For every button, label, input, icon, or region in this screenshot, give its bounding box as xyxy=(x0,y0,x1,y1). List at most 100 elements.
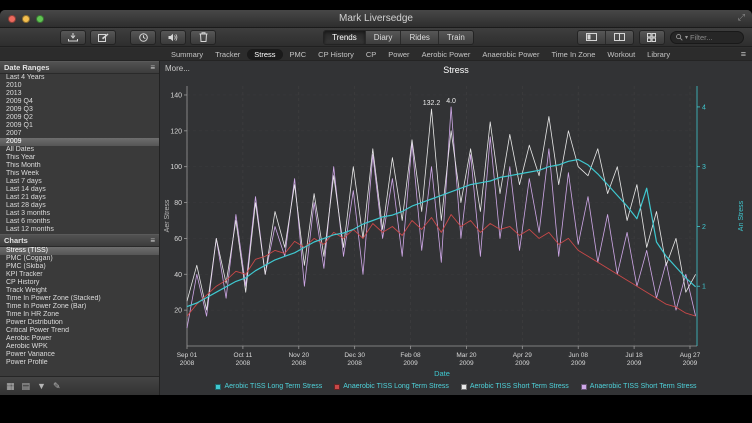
layout-single-button[interactable] xyxy=(578,31,606,44)
content: Date Ranges≡Last 4 Years201020132009 Q42… xyxy=(0,61,752,395)
sidebar-item-aerobic-wpk[interactable]: Aerobic WPK xyxy=(0,343,159,351)
tab-cp[interactable]: CP xyxy=(361,49,381,60)
legend-item-anaerobic-tiss-long-term-stress[interactable]: Anaerobic TISS Long Term Stress xyxy=(334,383,449,390)
tab-cp-history[interactable]: CP History xyxy=(313,49,359,60)
chart-canvas[interactable]: 204060801001201401234Sep 012008Oct 11200… xyxy=(160,61,752,395)
tab-anaerobic-power[interactable]: Anaerobic Power xyxy=(477,49,544,60)
menu-icon[interactable]: ≡ xyxy=(150,236,155,245)
tabbar-menu-icon[interactable]: ≡ xyxy=(741,49,746,59)
sidebar-item-pmc-skiba[interactable]: PMC (Skiba) xyxy=(0,263,159,271)
svg-text:Date: Date xyxy=(434,369,450,378)
sidebar-item-last-6-months[interactable]: Last 6 months xyxy=(0,218,159,226)
sidebar-item-time-in-power-zone-stacked[interactable]: Time In Power Zone (Stacked) xyxy=(0,295,159,303)
fullscreen-icon[interactable]: ⤢ xyxy=(738,12,745,23)
sidebar-item-last-7-days[interactable]: Last 7 days xyxy=(0,178,159,186)
import-button[interactable] xyxy=(60,30,86,45)
sidebar-edit-icon[interactable]: ✎ xyxy=(53,382,61,391)
legend-item-aerobic-tiss-long-term-stress[interactable]: Aerobic TISS Long Term Stress xyxy=(215,383,322,390)
grid-icon xyxy=(647,33,656,42)
compose-icon xyxy=(98,33,109,42)
tab-power[interactable]: Power xyxy=(383,49,414,60)
svg-text:1: 1 xyxy=(702,284,706,291)
chart-area: More... Stress 204060801001201401234Sep … xyxy=(160,61,752,395)
sidebar-item-power-profile[interactable]: Power Profile xyxy=(0,359,159,367)
tab-summary[interactable]: Summary xyxy=(166,49,208,60)
sidebar-item-power-distribution[interactable]: Power Distribution xyxy=(0,319,159,327)
view-tab-rides[interactable]: Rides xyxy=(401,31,438,44)
svg-text:Mar 20: Mar 20 xyxy=(456,352,477,359)
tab-workout[interactable]: Workout xyxy=(602,49,640,60)
view-tab-trends[interactable]: Trends xyxy=(324,31,366,44)
sidebar-item-last-3-months[interactable]: Last 3 months xyxy=(0,210,159,218)
tab-aerobic-power[interactable]: Aerobic Power xyxy=(417,49,476,60)
audio-button[interactable] xyxy=(160,30,186,45)
tab-stress[interactable]: Stress xyxy=(247,49,282,60)
svg-text:2009: 2009 xyxy=(515,360,530,367)
sidebar-item-this-year[interactable]: This Year xyxy=(0,154,159,162)
legend-item-aerobic-tiss-short-term-stress[interactable]: Aerobic TISS Short Term Stress xyxy=(461,383,569,390)
svg-text:80: 80 xyxy=(174,200,182,207)
sidebar-item-track-weight[interactable]: Track Weight xyxy=(0,287,159,295)
view-tab-train[interactable]: Train xyxy=(439,31,473,44)
svg-text:2009: 2009 xyxy=(683,360,698,367)
window-title: Mark Liversedge xyxy=(0,13,752,24)
sidebar-item-2009-q4[interactable]: 2009 Q4 xyxy=(0,98,159,106)
sidebar-item-this-month[interactable]: This Month xyxy=(0,162,159,170)
sidebar-item-2010[interactable]: 2010 xyxy=(0,82,159,90)
sidebar-item-aerobic-power[interactable]: Aerobic Power xyxy=(0,335,159,343)
sidebar-filter-icon[interactable]: ▼ xyxy=(37,382,46,391)
section-header-charts[interactable]: Charts≡ xyxy=(0,234,159,247)
trash-icon xyxy=(199,32,208,42)
sidebar-item-last-12-months[interactable]: Last 12 months xyxy=(0,226,159,234)
chevron-down-icon[interactable]: ▾ xyxy=(685,34,688,41)
toolbar-right-group: ▾ Filter... xyxy=(577,30,744,45)
svg-text:120: 120 xyxy=(170,128,182,135)
sidebar-item-2007[interactable]: 2007 xyxy=(0,130,159,138)
title-bar[interactable]: Mark Liversedge ⤢ xyxy=(0,10,752,28)
sidebar-item-last-4-years[interactable]: Last 4 Years xyxy=(0,74,159,82)
sidebar-item-all-dates[interactable]: All Dates xyxy=(0,146,159,154)
view-switcher: TrendsDiaryRidesTrain xyxy=(323,30,474,45)
sidebar-list-icon[interactable]: ▤ xyxy=(22,382,31,391)
svg-text:2009: 2009 xyxy=(403,360,418,367)
filter-field[interactable]: ▾ Filter... xyxy=(670,31,744,44)
sidebar-item-kpi-tracker[interactable]: KPI Tracker xyxy=(0,271,159,279)
legend-item-anaerobic-tiss-short-term-stress[interactable]: Anaerobic TISS Short Term Stress xyxy=(581,383,697,390)
sidebar-item-this-week[interactable]: This Week xyxy=(0,170,159,178)
sidebar-item-stress-tiss[interactable]: Stress (TISS) xyxy=(0,247,159,255)
sidebar-item-pmc-coggan[interactable]: PMC (Coggan) xyxy=(0,255,159,263)
svg-text:2008: 2008 xyxy=(180,360,195,367)
tab-pmc[interactable]: PMC xyxy=(285,49,312,60)
svg-text:Aug 27: Aug 27 xyxy=(680,352,701,359)
menu-icon[interactable]: ≡ xyxy=(150,63,155,72)
sidebar-item-2009-q2[interactable]: 2009 Q2 xyxy=(0,114,159,122)
section-header-date-ranges[interactable]: Date Ranges≡ xyxy=(0,61,159,74)
sidebar-item-2009-q3[interactable]: 2009 Q3 xyxy=(0,106,159,114)
sidebar-panels-icon[interactable]: ▦ xyxy=(6,382,15,391)
sidebar-item-last-21-days[interactable]: Last 21 days xyxy=(0,194,159,202)
sidebar-item-last-28-days[interactable]: Last 28 days xyxy=(0,202,159,210)
sidebar-item-power-variance[interactable]: Power Variance xyxy=(0,351,159,359)
sidebar-item-time-in-power-zone-bar[interactable]: Time In Power Zone (Bar) xyxy=(0,303,159,311)
sidebar-item-2013[interactable]: 2013 xyxy=(0,90,159,98)
layout-split-button[interactable] xyxy=(606,31,633,44)
sidebar-item-last-14-days[interactable]: Last 14 days xyxy=(0,186,159,194)
sidebar-item-critical-power-trend[interactable]: Critical Power Trend xyxy=(0,327,159,335)
svg-text:An Stress: An Stress xyxy=(738,200,745,231)
view-tab-diary[interactable]: Diary xyxy=(366,31,402,44)
sidebar-item-2009[interactable]: 2009 xyxy=(0,138,159,146)
tab-time-in-zone[interactable]: Time In Zone xyxy=(546,49,600,60)
sidebar-item-2009-q1[interactable]: 2009 Q1 xyxy=(0,122,159,130)
tab-library[interactable]: Library xyxy=(642,49,675,60)
svg-text:Oct 11: Oct 11 xyxy=(234,352,253,359)
tile-view-button[interactable] xyxy=(639,30,665,45)
legend-swatch xyxy=(581,384,587,390)
sidebar-item-time-in-hr-zone[interactable]: Time In HR Zone xyxy=(0,311,159,319)
sidebar-item-cp-history[interactable]: CP History xyxy=(0,279,159,287)
compose-button[interactable] xyxy=(90,30,116,45)
trash-button[interactable] xyxy=(190,30,216,45)
recent-button[interactable] xyxy=(130,30,156,45)
svg-text:2009: 2009 xyxy=(459,360,474,367)
svg-text:Apr 29: Apr 29 xyxy=(513,352,533,359)
tab-tracker[interactable]: Tracker xyxy=(210,49,245,60)
